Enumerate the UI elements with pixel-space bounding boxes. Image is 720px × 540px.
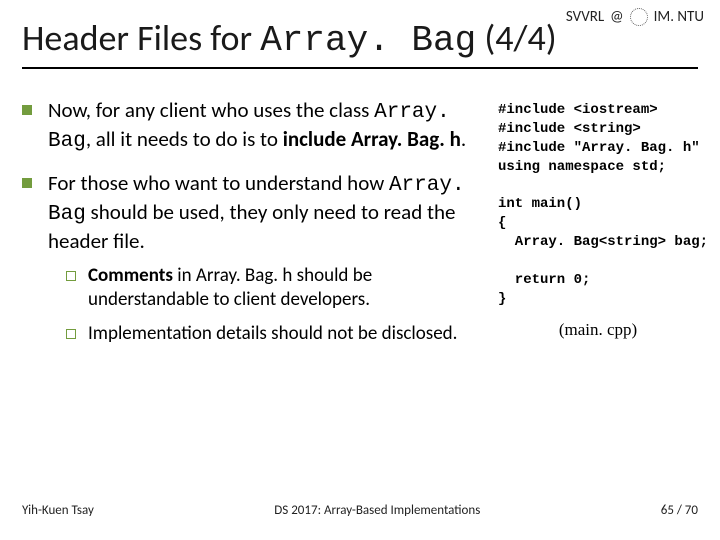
- footer-left: Yih-Kuen Tsay: [22, 503, 94, 518]
- code-l11: }: [498, 291, 506, 307]
- header-dept: IM. NTU: [654, 8, 704, 26]
- code-column: #include <iostream> #include <string> #i…: [498, 97, 698, 497]
- footer-right: 65 / 70: [661, 503, 698, 518]
- sub-bullet-1: Comments in Array. Bag. h should be unde…: [66, 264, 486, 312]
- header-right: SVVRL @ IM. NTU: [566, 8, 704, 26]
- bullet-2: For those who want to understand how Arr…: [22, 170, 486, 346]
- code-l2: #include <string>: [498, 121, 641, 137]
- seal-icon: [630, 8, 648, 26]
- footer-center: DS 2017: Array-Based Implementations: [274, 503, 480, 518]
- content-area: Now, for any client who uses the class A…: [22, 97, 698, 497]
- code-l3: #include "Array. Bag. h": [498, 140, 700, 156]
- title-suffix: (4/4): [476, 16, 556, 60]
- code-caption: (main. cpp): [498, 319, 698, 342]
- code-l7: {: [498, 215, 506, 231]
- code-l10: return 0;: [498, 272, 590, 288]
- code-l6: int main(): [498, 196, 582, 212]
- sub-bullet-list: Comments in Array. Bag. h should be unde…: [48, 264, 486, 345]
- bullet-1: Now, for any client who uses the class A…: [22, 97, 486, 156]
- sub-bullet-1-bold: Comments: [88, 264, 173, 287]
- footer: Yih-Kuen Tsay DS 2017: Array-Based Imple…: [22, 497, 698, 518]
- bullet-list: Now, for any client who uses the class A…: [22, 97, 486, 346]
- header-at: @: [610, 8, 623, 26]
- bullet-column: Now, for any client who uses the class A…: [22, 97, 486, 497]
- title-underline: [22, 67, 698, 69]
- sub-bullet-2-text: Implementation details should not be dis…: [88, 322, 457, 345]
- sub-bullet-2: Implementation details should not be dis…: [66, 322, 486, 346]
- code-l4: using namespace std;: [498, 159, 666, 175]
- bullet-2-text-b: should be used, they only need to read t…: [48, 199, 456, 254]
- header-svvrl: SVVRL: [566, 8, 604, 26]
- title-prefix: Header Files for: [22, 16, 260, 60]
- bullet-1-text-a: Now, for any client who uses the class: [48, 97, 374, 123]
- bullet-2-text-a: For those who want to understand how: [48, 170, 389, 196]
- code-l8: Array. Bag<string> bag;: [498, 234, 708, 250]
- slide: SVVRL @ IM. NTU Header Files for Array. …: [0, 0, 720, 540]
- bullet-1-text-d: .: [461, 126, 466, 152]
- bullet-1-text-b: , all it needs to do is to: [86, 126, 283, 152]
- title-code: Array. Bag: [260, 20, 476, 61]
- code-l1: #include <iostream>: [498, 102, 658, 118]
- bullet-1-bold: include Array. Bag. h: [283, 126, 461, 152]
- code-block: #include <iostream> #include <string> #i…: [498, 101, 698, 309]
